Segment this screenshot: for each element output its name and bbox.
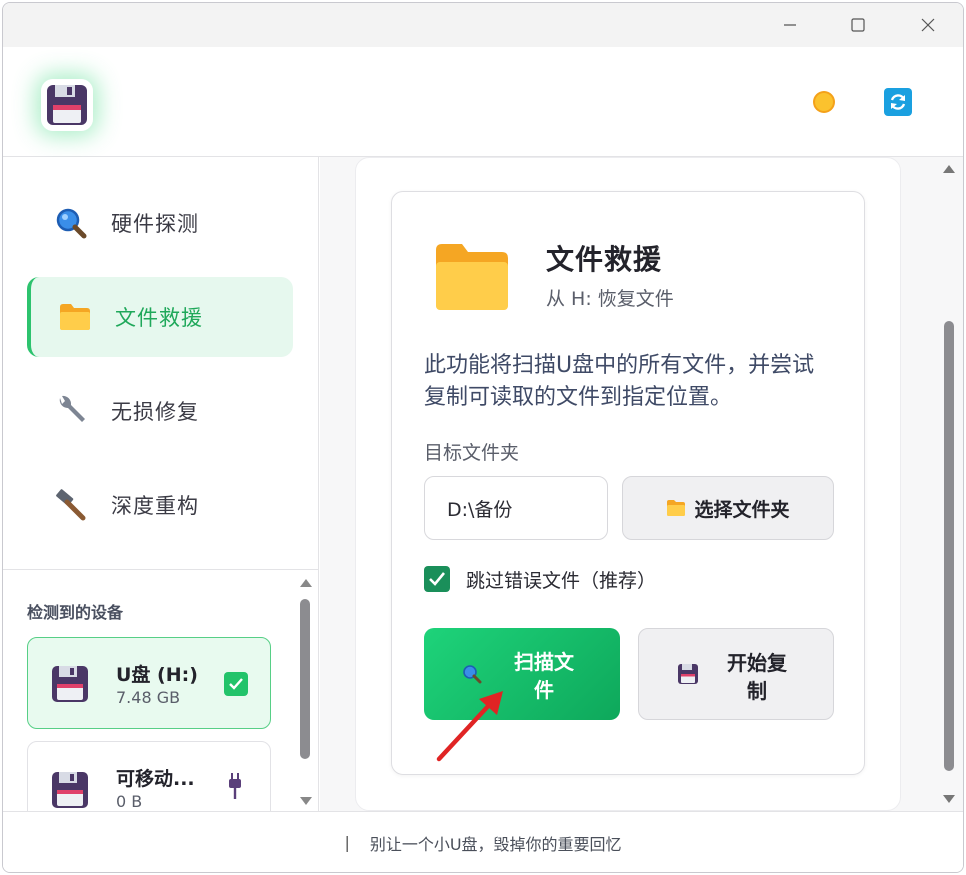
floppy-disk-icon <box>678 664 698 684</box>
start-copy-label: 开始复 制 <box>727 651 787 703</box>
check-icon <box>224 672 248 696</box>
minimize-icon <box>784 24 796 26</box>
scrollbar-thumb[interactable] <box>300 599 310 759</box>
scroll-down-icon[interactable] <box>941 793 957 805</box>
maximize-button[interactable] <box>841 9 875 41</box>
sidebar-divider <box>3 569 319 570</box>
skip-errors-option[interactable]: 跳过错误文件（推荐） <box>424 564 656 594</box>
folder-icon <box>436 244 508 310</box>
sidebar-item-deep-rebuild[interactable]: 深度重构 <box>27 465 293 545</box>
refresh-icon <box>884 88 912 116</box>
device-name: 可移动... <box>116 768 195 790</box>
magnifier-icon <box>463 665 482 684</box>
card-description: 此功能将扫描U盘中的所有文件，并尝试复制可读取的文件到指定位置。 <box>424 353 815 410</box>
plug-icon <box>229 773 241 799</box>
magnifier-icon <box>53 205 89 241</box>
target-folder-input[interactable] <box>424 476 608 540</box>
app-window: 硬件探测 文件救援 无损修复 深度重构 检测到的设备 U盘 (H:) 7.48 … <box>2 2 964 873</box>
sidebar-item-label: 文件救援 <box>115 306 203 330</box>
wrench-icon <box>53 393 89 429</box>
folder-icon <box>667 500 686 516</box>
theme-toggle-button[interactable] <box>809 87 839 117</box>
footer-slogan: 别让一个小U盘，毁掉你的重要回忆 <box>369 834 622 854</box>
hammer-icon <box>53 487 89 523</box>
device-card-usb-h[interactable]: U盘 (H:) 7.48 GB <box>27 637 271 729</box>
maximize-icon <box>851 18 865 32</box>
card-subtitle: 从 H: 恢复文件 <box>546 288 674 310</box>
main-scrollbar[interactable] <box>941 159 961 809</box>
device-card-removable[interactable]: 可移动... 0 B <box>27 741 271 821</box>
check-icon <box>429 572 446 586</box>
close-icon <box>921 18 935 32</box>
sidebar-item-label: 硬件探测 <box>111 212 199 236</box>
minimize-button[interactable] <box>773 9 807 41</box>
floppy-disk-icon <box>52 666 88 702</box>
card-title: 文件救援 <box>546 243 663 276</box>
sidebar-item-file-rescue[interactable]: 文件救援 <box>27 277 293 357</box>
device-size: 0 B <box>116 792 143 811</box>
devices-section-title: 检测到的设备 <box>27 603 124 622</box>
app-header <box>3 47 963 157</box>
folder-icon <box>57 299 93 335</box>
title-bar <box>3 3 963 47</box>
floppy-disk-icon <box>47 85 87 125</box>
scrollbar-thumb[interactable] <box>944 321 954 771</box>
footer-separator: | <box>344 833 350 852</box>
choose-folder-button[interactable]: 选择文件夹 <box>622 476 834 540</box>
close-button[interactable] <box>911 9 945 41</box>
scroll-down-icon[interactable] <box>299 795 313 807</box>
annotation-arrow-icon <box>436 691 503 762</box>
device-name: U盘 (H:) <box>116 664 198 686</box>
floppy-disk-icon <box>52 772 88 808</box>
scan-files-label: 扫描文 件 <box>514 650 574 702</box>
scroll-up-icon[interactable] <box>941 163 957 175</box>
choose-folder-label: 选择文件夹 <box>694 498 790 521</box>
sidebar-item-hardware-detect[interactable]: 硬件探测 <box>27 183 293 263</box>
device-size: 7.48 GB <box>116 688 181 707</box>
refresh-button[interactable] <box>883 87 913 117</box>
skip-errors-label: 跳过错误文件（推荐） <box>466 569 657 592</box>
scroll-up-icon[interactable] <box>299 577 313 589</box>
skip-errors-checkbox[interactable] <box>424 566 450 592</box>
app-logo <box>41 79 93 131</box>
sidebar-item-label: 深度重构 <box>111 494 199 518</box>
sidebar-item-lossless-repair[interactable]: 无损修复 <box>27 371 293 451</box>
start-copy-button[interactable]: 开始复 制 <box>638 628 834 720</box>
sidebar-scrollbar[interactable] <box>299 577 313 807</box>
footer: | 别让一个小U盘，毁掉你的重要回忆 <box>3 811 963 872</box>
sidebar-item-label: 无损修复 <box>111 400 199 424</box>
target-folder-label: 目标文件夹 <box>424 442 520 464</box>
sun-icon <box>813 91 835 113</box>
sidebar: 硬件探测 文件救援 无损修复 深度重构 检测到的设备 U盘 (H:) 7.48 … <box>3 157 319 821</box>
